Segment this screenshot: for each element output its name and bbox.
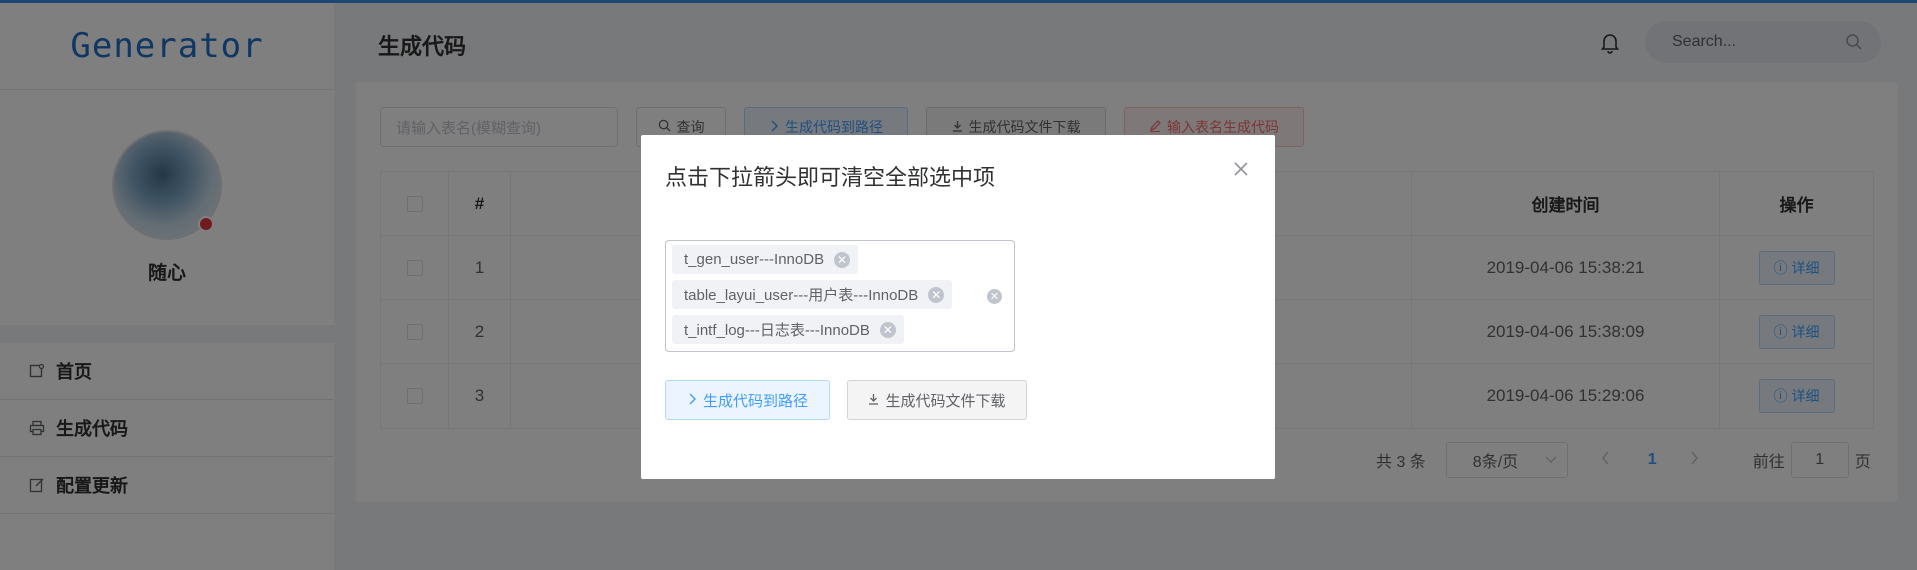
selected-tag: t_gen_user---InnoDB ✕ bbox=[672, 245, 859, 274]
dialog-title: 点击下拉箭头即可清空全部选中项 bbox=[665, 165, 996, 190]
chevron-right-icon bbox=[687, 392, 697, 409]
tag-close-icon[interactable]: ✕ bbox=[834, 251, 851, 268]
dialog-download-code-button[interactable]: 生成代码文件下载 bbox=[847, 380, 1027, 420]
close-icon[interactable] bbox=[1233, 161, 1251, 179]
table-multi-select[interactable]: t_gen_user---InnoDB ✕ table_layui_user---… bbox=[665, 240, 1015, 352]
table-select-dialog: 点击下拉箭头即可清空全部选中项 t_gen_user---InnoDB ✕ tab… bbox=[641, 135, 1275, 479]
download-icon bbox=[868, 392, 879, 409]
dialog-generate-to-path-button[interactable]: 生成代码到路径 bbox=[665, 380, 830, 420]
tag-close-icon[interactable]: ✕ bbox=[879, 321, 896, 338]
tag-close-icon[interactable]: ✕ bbox=[928, 286, 945, 303]
selected-tag: table_layui_user---用户表---InnoDB ✕ bbox=[672, 280, 953, 309]
selected-tag: t_intf_log---日志表---InnoDB ✕ bbox=[672, 315, 904, 344]
clear-all-icon[interactable]: ✕ bbox=[987, 289, 1002, 304]
